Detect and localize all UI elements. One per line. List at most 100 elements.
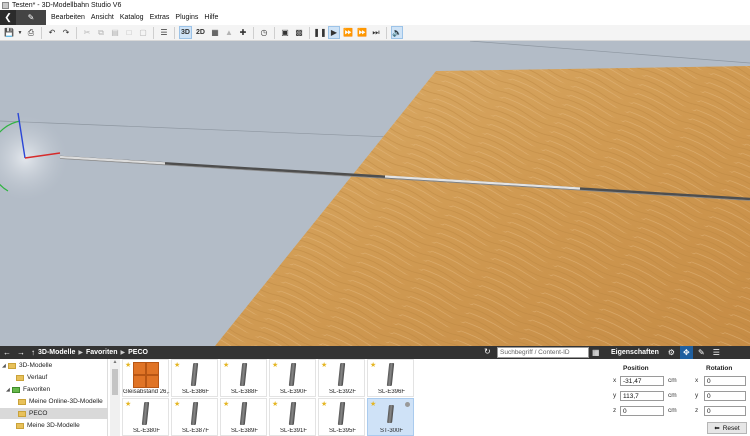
bottom-panel: ← → ↑ 3D-Modelle ▶ Favoriten ▶ PECO ↻ Su… — [0, 346, 750, 436]
refresh-icon[interactable]: ↻ — [484, 347, 491, 356]
view-3d-button[interactable]: 3D — [179, 26, 192, 39]
favorite-star-icon[interactable]: ★ — [321, 361, 327, 369]
print-icon[interactable]: ⎙ — [25, 26, 37, 39]
catalog-item[interactable]: ★ SL-E386F — [171, 359, 218, 397]
undo-icon[interactable]: ↶ — [46, 26, 58, 39]
menu-extras[interactable]: Extras — [147, 14, 173, 21]
favorite-star-icon[interactable]: ★ — [223, 361, 229, 369]
sound-icon[interactable]: 🔈 — [391, 26, 403, 39]
menu-ansicht[interactable]: Ansicht — [88, 14, 117, 21]
fast-forward-icon[interactable]: ⏩ — [342, 26, 354, 39]
train-icon[interactable]: ▲ — [223, 26, 235, 39]
back-button[interactable]: ❮ — [0, 10, 16, 25]
grid-icon[interactable]: ▦ — [209, 26, 221, 39]
catalog-item[interactable]: ★ SL-E389F — [220, 398, 267, 436]
favorite-star-icon[interactable]: ★ — [370, 361, 376, 369]
favorite-star-icon[interactable]: ★ — [125, 400, 131, 408]
save-icon[interactable]: 💾 — [3, 26, 15, 39]
favorite-star-icon[interactable]: ★ — [125, 361, 131, 369]
favorite-star-icon[interactable]: ★ — [174, 361, 180, 369]
nav-up-icon[interactable]: ↑ — [31, 348, 35, 357]
catalog-item[interactable]: ★ SL-E390F — [269, 359, 316, 397]
track-thumbnail — [190, 363, 199, 386]
track-thumbnail — [337, 402, 346, 425]
list-icon[interactable]: ☰ — [158, 26, 170, 39]
tree-item-3d-modelle[interactable]: ◢ 3D-Modelle — [2, 360, 106, 371]
track-thumbnail — [141, 402, 150, 425]
cut-icon[interactable]: ✂ — [81, 26, 93, 39]
ungroup-icon[interactable]: ▢ — [137, 26, 149, 39]
copy-icon[interactable]: ⧉ — [95, 26, 107, 39]
document-icon[interactable]: ▩ — [293, 26, 305, 39]
catalog-item-selected[interactable]: ★ ST-300F — [367, 398, 414, 436]
pause-icon[interactable]: ❚❚ — [313, 26, 326, 39]
position-x-field[interactable]: -31,47 — [620, 376, 664, 386]
favorite-star-icon[interactable]: ★ — [321, 400, 327, 408]
rotation-x-field[interactable]: 0 — [704, 376, 746, 386]
breadcrumb-favoriten[interactable]: Favoriten — [86, 349, 118, 356]
catalog-item[interactable]: ★ SL-E391F — [269, 398, 316, 436]
catalog-item[interactable]: ★ SL-E396F — [367, 359, 414, 397]
play-icon[interactable]: ▶ — [328, 26, 340, 39]
settings-icon[interactable]: ⚙ — [665, 346, 678, 359]
paste-icon[interactable]: ▤ — [109, 26, 121, 39]
catalog-item[interactable]: ★ SL-E380F — [122, 398, 169, 436]
breadcrumb-peco[interactable]: PECO — [128, 349, 148, 356]
faster-forward-icon[interactable]: ⏩ — [356, 26, 368, 39]
unit-label: cm — [668, 377, 677, 384]
tree-item-favoriten[interactable]: ◢ Favoriten — [6, 384, 106, 395]
menu-katalog[interactable]: Katalog — [117, 14, 147, 21]
favorite-star-icon[interactable]: ★ — [370, 400, 376, 408]
search-input[interactable]: Suchbegriff / Content-ID — [497, 347, 589, 358]
3d-viewport[interactable] — [0, 41, 750, 346]
position-z-field[interactable]: 0 — [620, 406, 664, 416]
catalog-item[interactable]: ★ SL-E392F — [318, 359, 365, 397]
tree-item-meine-online-3d-modelle[interactable]: Meine Online-3D-Modelle — [18, 396, 106, 407]
reset-arrow-icon: ⬅ — [714, 425, 720, 432]
menu-bearbeiten[interactable]: Bearbeiten — [48, 14, 88, 21]
tree-item-verlauf[interactable]: Verlauf — [10, 372, 106, 383]
toolbar-divider — [386, 26, 387, 39]
clock-icon[interactable]: ◷ — [258, 26, 270, 39]
group-icon[interactable]: □ — [123, 26, 135, 39]
skip-end-icon[interactable]: ⏭ — [370, 26, 382, 39]
grid-view-icon[interactable]: ▦ — [592, 348, 600, 357]
tree-item-peco[interactable]: PECO — [0, 408, 108, 419]
position-y-field[interactable]: 113,7 — [620, 391, 664, 401]
crosshair-icon[interactable]: ✚ — [237, 26, 249, 39]
favorite-star-icon[interactable]: ★ — [272, 361, 278, 369]
catalog-item[interactable]: ★ SL-E387F — [171, 398, 218, 436]
catalog-item[interactable]: ★ Gleisabstand 26,... — [122, 359, 170, 397]
screen-icon[interactable]: ▣ — [279, 26, 291, 39]
redo-icon[interactable]: ↷ — [60, 26, 72, 39]
rotation-y-field[interactable]: 0 — [704, 391, 746, 401]
edit-mode-button[interactable]: ✎ — [16, 10, 46, 25]
tree-scrollbar[interactable]: ▲ — [110, 359, 120, 436]
scroll-up-icon[interactable]: ▲ — [110, 359, 120, 367]
favorite-star-icon[interactable]: ★ — [272, 400, 278, 408]
catalog-item[interactable]: ★ SL-E388F — [220, 359, 267, 397]
folder-icon — [16, 422, 24, 429]
reset-button[interactable]: ⬅ Reset — [707, 422, 747, 434]
view-2d-button[interactable]: 2D — [194, 26, 207, 39]
transform-icon[interactable]: ✥ — [679, 346, 693, 359]
properties-panel: Position Rotation x -31,47 cm x 0 y 113,… — [607, 359, 750, 436]
menu-hilfe[interactable]: Hilfe — [201, 14, 221, 21]
paint-icon[interactable]: ✎ — [695, 346, 708, 359]
track-thumbnail — [387, 405, 394, 423]
tree-item-meine-3d-modelle[interactable]: Meine 3D-Modelle — [10, 420, 106, 431]
nav-forward-icon[interactable]: → — [17, 348, 25, 357]
track-thumbnail — [239, 402, 248, 425]
nav-back-icon[interactable]: ← — [3, 348, 11, 357]
menu-plugins[interactable]: Plugins — [172, 14, 201, 21]
rotation-z-field[interactable]: 0 — [704, 406, 746, 416]
catalog-item[interactable]: ★ SL-E395F — [318, 398, 365, 436]
folder-icon — [8, 362, 16, 369]
breadcrumb-3d-modelle[interactable]: 3D-Modelle — [38, 349, 75, 356]
dropdown-arrow-icon[interactable]: ▼ — [17, 26, 23, 39]
arrow-left-icon: ❮ — [4, 12, 12, 22]
info-icon[interactable]: ☰ — [710, 346, 723, 359]
favorite-star-icon[interactable]: ★ — [223, 400, 229, 408]
scrollbar-thumb[interactable] — [112, 369, 118, 395]
favorite-star-icon[interactable]: ★ — [174, 400, 180, 408]
